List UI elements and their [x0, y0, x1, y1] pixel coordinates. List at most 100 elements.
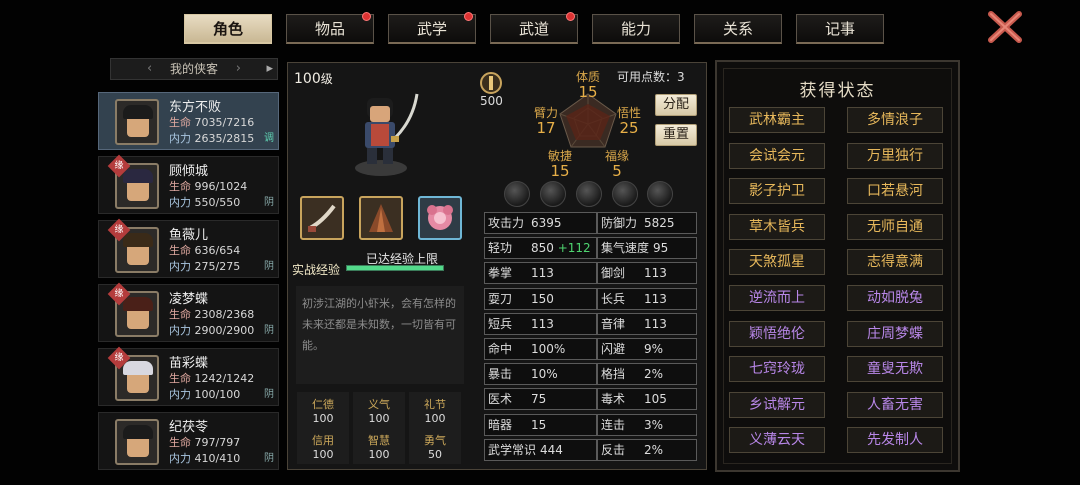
roster-title: 我的侠客 — [169, 62, 218, 76]
skill-slot[interactable] — [418, 196, 462, 240]
status-badge[interactable]: 志得意满 — [847, 249, 943, 276]
hero-name: 东方不败 — [169, 100, 222, 115]
stat-row: 攻击力6395 +1208 — [484, 212, 597, 250]
notification-badge — [362, 12, 371, 21]
tab-journal[interactable]: 记事 — [796, 14, 884, 44]
stat-row: 短兵 113 — [484, 312, 597, 335]
stat-row: 闪避 9% — [597, 338, 697, 360]
hero-tag: 阴 — [264, 389, 274, 400]
tab-character[interactable]: 角色 — [184, 14, 272, 44]
hero-tag: 阴 — [264, 325, 274, 336]
hero-name: 纪茯苓 — [169, 420, 209, 435]
reset-button[interactable]: 重置 — [655, 124, 697, 146]
roster-item[interactable]: 纪茯苓 生命 797/797 内力 410/410 阴 — [98, 412, 279, 470]
stat-name: 武学常识 — [488, 442, 537, 457]
status-badge[interactable]: 逆流而上 — [729, 285, 825, 311]
virtue-item: 礼节 100 — [409, 392, 461, 428]
stat-row: 医术 75 — [484, 388, 597, 411]
virtue-item: 信用 100 — [297, 428, 349, 464]
flower-icon — [427, 205, 453, 230]
empty-slot-orb[interactable] — [504, 181, 530, 207]
status-badge[interactable]: 义薄云天 — [729, 427, 825, 454]
hero-name: 顾倾城 — [169, 164, 209, 179]
hp-label: 生命 — [169, 308, 191, 321]
stat-number: 6395 — [531, 216, 562, 230]
stat-value: 113 — [531, 263, 554, 283]
stat-name: 暗器 — [488, 417, 513, 432]
status-badge[interactable]: 影子护卫 — [729, 178, 825, 205]
character-description: 初涉江湖的小虾米，会有怎样的未来还都是未知数，一切皆有可能。 — [296, 286, 464, 384]
skill-slot[interactable] — [359, 196, 403, 240]
stat-row: 武学常识 444 — [484, 438, 597, 461]
tab-martial-arts[interactable]: 武学 — [388, 12, 476, 44]
close-icon[interactable] — [987, 10, 1023, 44]
chevron-right-icon[interactable]: › — [236, 59, 241, 79]
status-badge[interactable]: 先发制人 — [847, 427, 943, 454]
roster-item[interactable]: 缘 苗彩蝶 生命 1242/1242 内力 100/100 阴 — [98, 346, 279, 406]
fate-badge: 缘 — [107, 346, 131, 370]
tab-label: 武道 — [518, 20, 549, 38]
status-badge[interactable]: 万里独行 — [847, 142, 943, 169]
status-badge[interactable]: 人畜无害 — [847, 391, 943, 418]
tab-abilities[interactable]: 能力 — [592, 14, 680, 44]
stat-number: 850 — [531, 241, 554, 256]
mp-value: 2900/2900 — [194, 324, 255, 337]
status-badge[interactable]: 会试会元 — [729, 142, 825, 169]
stat-row: 毒术 105 — [597, 388, 697, 411]
status-badge[interactable]: 武林霸主 — [729, 107, 825, 133]
allocate-button[interactable]: 分配 — [655, 94, 697, 116]
roster-item[interactable]: 缘 鱼薇儿 生命 636/654 内力 275/275 阴 — [98, 218, 279, 278]
status-badge[interactable]: 口若悬河 — [847, 178, 943, 205]
mp-value: 550/550 — [194, 196, 241, 209]
status-badge[interactable]: 乡试解元 — [729, 391, 825, 418]
empty-slot-orb[interactable] — [612, 181, 638, 207]
robe-icon — [369, 204, 393, 232]
hp-label: 生命 — [169, 180, 191, 193]
hp-label: 生命 — [169, 436, 191, 449]
roster-item[interactable]: 缘 顾倾城 生命 996/1024 内力 550/550 阴 — [98, 154, 279, 214]
mp-value: 275/275 — [194, 260, 241, 273]
status-badge[interactable]: 天煞孤星 — [729, 249, 825, 276]
status-badge[interactable]: 童叟无欺 — [847, 356, 943, 383]
stat-name: 命中 — [488, 342, 513, 356]
roster-item[interactable]: 东方不败 生命 7035/7216 内力 2635/2815 调 — [98, 92, 279, 150]
skill-slot[interactable] — [300, 196, 344, 240]
stat-value: 2% — [644, 364, 663, 384]
stat-row: 轻功 850 +112 — [484, 237, 597, 260]
empty-slot-orb[interactable] — [540, 181, 566, 207]
stat-name: 暴击 — [488, 367, 513, 382]
hero-tag: 阴 — [264, 453, 274, 464]
status-badge[interactable]: 庄周梦蝶 — [847, 320, 943, 347]
tab-relations[interactable]: 关系 — [694, 14, 782, 44]
status-badge[interactable]: 无师自通 — [847, 213, 943, 240]
triangle-right-icon[interactable]: ▸ — [266, 59, 273, 79]
stat-name: 攻击力 — [488, 216, 525, 230]
tab-martial-way[interactable]: 武道 — [490, 12, 578, 44]
stat-row: 防御力5825 +288 — [597, 212, 697, 250]
stat-value: 15 — [531, 415, 546, 435]
available-points: 可用点数：3 — [617, 70, 685, 84]
tab-label: 能力 — [620, 20, 651, 38]
status-badge[interactable]: 多情浪子 — [847, 107, 943, 133]
status-panel-title: 获得状态 — [799, 81, 876, 101]
stat-name: 毒术 — [601, 392, 626, 407]
stat-row: 暴击10% +14% — [484, 363, 597, 401]
roster-item[interactable]: 缘 凌梦蝶 生命 2308/2368 内力 2900/2900 阴 — [98, 282, 279, 342]
status-badge[interactable]: 颖悟绝伦 — [729, 320, 825, 347]
radar-constitution: 体质 15 — [575, 70, 600, 101]
blade-icon — [308, 204, 336, 232]
stat-number: 3% — [644, 417, 664, 432]
stat-number: 113 — [531, 266, 554, 281]
notification-badge — [464, 12, 473, 21]
radar-strength: 臂力 17 — [533, 106, 558, 137]
tab-items[interactable]: 物品 — [286, 12, 374, 44]
stat-number: 150 — [531, 291, 554, 306]
empty-slot-orb[interactable] — [576, 181, 602, 207]
chevron-left-icon[interactable]: ‹ — [147, 59, 152, 79]
tab-label: 角色 — [212, 20, 243, 38]
stat-name: 音律 — [601, 316, 626, 331]
status-badge[interactable]: 动如脱兔 — [847, 285, 943, 311]
status-badge[interactable]: 七窍玲珑 — [729, 356, 825, 383]
empty-slot-orb[interactable] — [647, 181, 673, 207]
status-badge[interactable]: 草木皆兵 — [729, 213, 825, 240]
